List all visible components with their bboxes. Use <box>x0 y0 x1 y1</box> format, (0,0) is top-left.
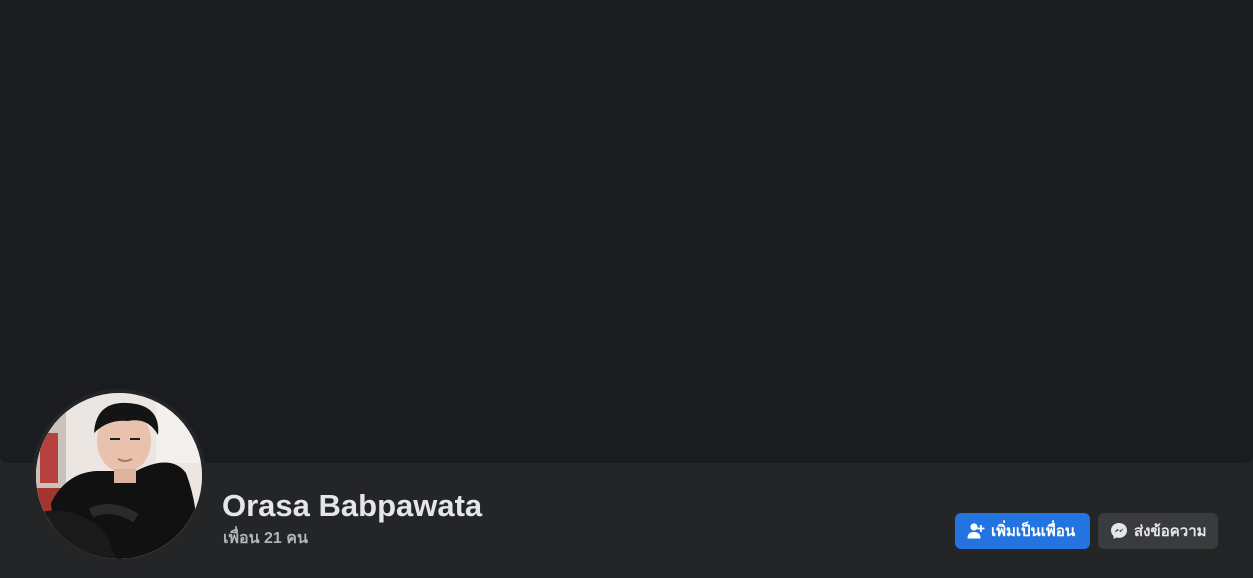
messenger-icon <box>1110 522 1128 540</box>
send-message-label: ส่งข้อความ <box>1134 523 1207 540</box>
profile-picture-frame <box>32 389 206 563</box>
add-friend-label: เพิ่มเป็นเพื่อน <box>991 523 1076 540</box>
profile-picture[interactable] <box>36 393 202 559</box>
send-message-button[interactable]: ส่งข้อความ <box>1098 513 1218 549</box>
profile-page: Orasa Babpawata เพื่อน 21 คน เพิ่มเป็นเพ… <box>0 0 1253 578</box>
person-plus-icon <box>967 522 985 540</box>
friends-count[interactable]: เพื่อน 21 คน <box>223 529 308 549</box>
avatar-image <box>36 393 202 559</box>
add-friend-button[interactable]: เพิ่มเป็นเพื่อน <box>955 513 1090 549</box>
cover-photo[interactable] <box>0 0 1253 463</box>
profile-name: Orasa Babpawata <box>222 488 483 523</box>
